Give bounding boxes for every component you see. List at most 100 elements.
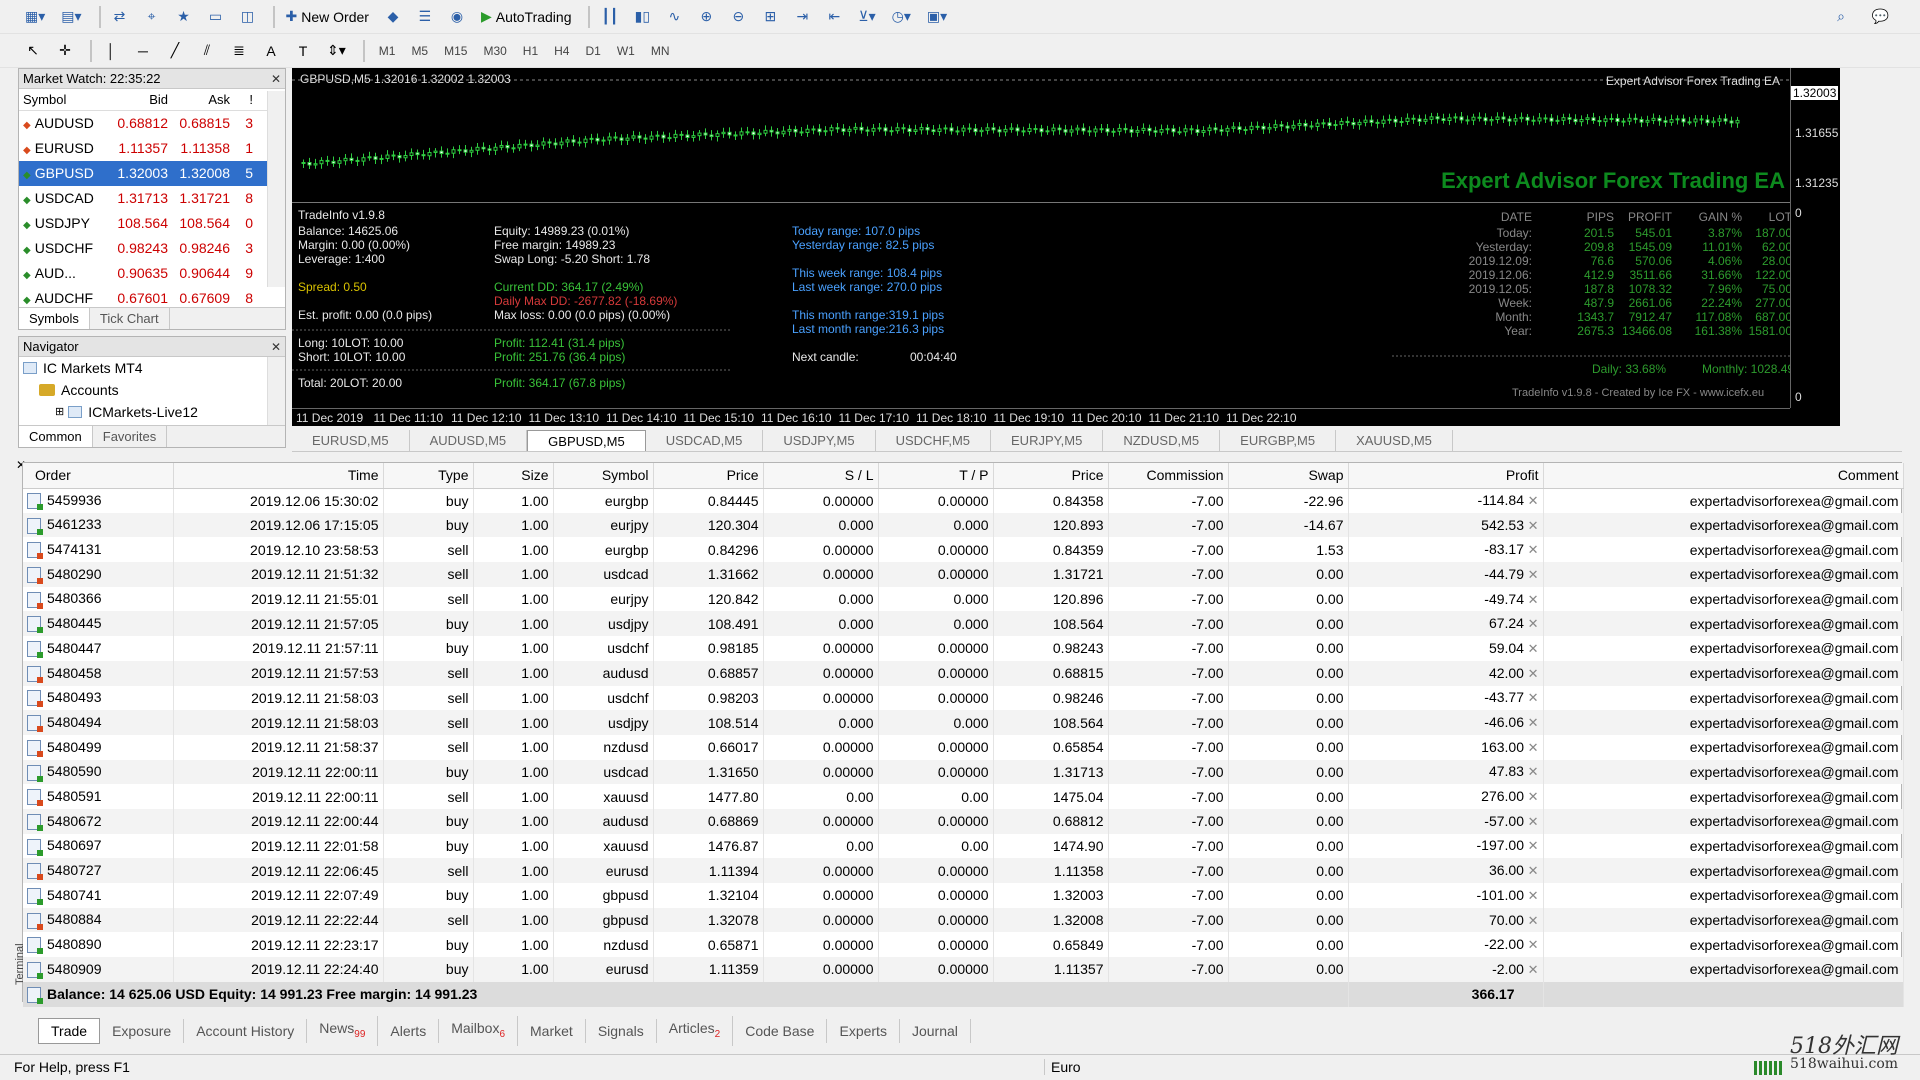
order-row[interactable]: 5480458 2019.12.11 21:57:53 sell 1.00 audusd…: [23, 660, 1904, 686]
order-row[interactable]: 5480290 2019.12.11 21:51:32 sell 1.00 usdcad…: [23, 562, 1904, 587]
terminal-tab-experts[interactable]: Experts: [827, 1019, 900, 1043]
close-order-icon[interactable]: ✕: [1524, 962, 1539, 977]
crosshair-toggle-icon[interactable]: ⌖: [139, 4, 165, 30]
market-watch-row[interactable]: ◆ USDCHF 0.98243 0.98246 3: [19, 236, 285, 261]
cursor-icon[interactable]: ↖: [20, 38, 46, 64]
nav-item-account[interactable]: ⊞ ICMarkets-Live12: [19, 401, 285, 423]
metaeditor-icon[interactable]: ◆: [380, 4, 406, 30]
orders-column-header[interactable]: Price: [993, 463, 1109, 489]
text-tool-icon[interactable]: A: [258, 38, 284, 64]
market-watch-row[interactable]: ◆ USDCAD 1.31713 1.31721 8: [19, 186, 285, 211]
orders-column-header[interactable]: T / P: [878, 463, 994, 489]
terminal-tab-news[interactable]: News99: [307, 1015, 379, 1047]
timeframe-m5[interactable]: M5: [411, 44, 428, 58]
tab-common[interactable]: Common: [19, 426, 93, 447]
order-row[interactable]: 5480445 2019.12.11 21:57:05 buy 1.00 usdjpy 1…: [23, 611, 1904, 637]
chart-shift-icon[interactable]: ⇥: [789, 4, 815, 30]
terminal-tab-mailbox[interactable]: Mailbox6: [439, 1015, 519, 1047]
order-row[interactable]: 5461233 2019.12.06 17:15:05 buy 1.00 eurjpy 1…: [23, 512, 1904, 538]
orders-column-header[interactable]: Comment: [1543, 463, 1904, 489]
chart-window[interactable]: GBPUSD,M5 1.32016 1.32002 1.32003 Expert…: [292, 68, 1840, 426]
chart-tab[interactable]: AUDUSD,M5: [410, 430, 528, 451]
orders-column-header[interactable]: Time: [173, 463, 384, 489]
autoscroll-icon[interactable]: ⇤: [821, 4, 847, 30]
terminal-tab-trade[interactable]: Trade: [38, 1018, 101, 1044]
new-order-button[interactable]: ✚ New Order: [281, 4, 374, 30]
market-watch-icon[interactable]: ⇄: [107, 4, 133, 30]
timeframe-d1[interactable]: D1: [585, 44, 600, 58]
line-chart-icon[interactable]: ∿: [661, 4, 687, 30]
col-spread[interactable]: !: [233, 89, 257, 110]
order-row[interactable]: 5459936 2019.12.06 15:30:02 buy 1.00 eurgbp 0…: [23, 488, 1904, 513]
chat-icon[interactable]: 💬: [1867, 4, 1894, 30]
timeframe-h1[interactable]: H1: [523, 44, 538, 58]
terminal-tab-alerts[interactable]: Alerts: [378, 1019, 440, 1043]
terminal-tab-code-base[interactable]: Code Base: [733, 1019, 828, 1043]
order-row[interactable]: 5480672 2019.12.11 22:00:44 buy 1.00 audusd 0…: [23, 808, 1904, 834]
close-order-icon[interactable]: ✕: [1524, 567, 1539, 582]
order-row[interactable]: 5480447 2019.12.11 21:57:11 buy 1.00 usdchf 0…: [23, 636, 1904, 661]
terminal-tab-journal[interactable]: Journal: [900, 1019, 971, 1043]
order-row[interactable]: 5480741 2019.12.11 22:07:49 buy 1.00 gbpusd 1…: [23, 883, 1904, 908]
close-order-icon[interactable]: ✕: [1524, 715, 1539, 730]
close-order-icon[interactable]: ✕: [1524, 913, 1539, 928]
indicators-icon[interactable]: ⊻▾: [853, 4, 880, 30]
chart-tab[interactable]: GBPUSD,M5: [527, 430, 646, 451]
timeframe-m15[interactable]: M15: [444, 44, 467, 58]
market-watch-row[interactable]: ◆ AUDUSD 0.68812 0.68815 3: [19, 111, 285, 136]
search-icon[interactable]: ⌕: [1828, 4, 1854, 30]
navigator-scrollbar[interactable]: [267, 357, 285, 425]
close-order-icon[interactable]: ✕: [1524, 838, 1539, 853]
orders-column-header[interactable]: Commission: [1108, 463, 1229, 489]
order-row[interactable]: 5480493 2019.12.11 21:58:03 sell 1.00 usdchf…: [23, 685, 1904, 711]
order-row[interactable]: 5480727 2019.12.11 22:06:45 sell 1.00 eurusd…: [23, 858, 1904, 883]
order-row[interactable]: 5480909 2019.12.11 22:24:40 buy 1.00 eurusd 1…: [23, 957, 1904, 982]
bar-chart-icon[interactable]: ┃┃: [596, 4, 623, 30]
order-row[interactable]: 5480591 2019.12.11 22:00:11 sell 1.00 xauusd…: [23, 784, 1904, 809]
tab-tick-chart[interactable]: Tick Chart: [90, 308, 170, 329]
templates-icon[interactable]: ▣▾: [922, 4, 952, 30]
timeframe-m1[interactable]: M1: [379, 44, 396, 58]
zoom-in-icon[interactable]: ⊕: [693, 4, 719, 30]
close-order-icon[interactable]: ✕: [1524, 690, 1539, 705]
timeframe-h4[interactable]: H4: [554, 44, 569, 58]
orders-column-header[interactable]: S / L: [763, 463, 879, 489]
horizontal-line-icon[interactable]: ─: [130, 38, 156, 64]
col-bid[interactable]: Bid: [109, 89, 171, 110]
vertical-line-icon[interactable]: │: [98, 38, 124, 64]
periods-icon[interactable]: ◷▾: [887, 4, 916, 30]
crosshair-icon[interactable]: ✛: [52, 38, 78, 64]
chart-tab[interactable]: NZDUSD,M5: [1103, 430, 1221, 451]
close-order-icon[interactable]: ✕: [1524, 814, 1539, 829]
terminal-tab-account-history[interactable]: Account History: [184, 1019, 308, 1043]
tile-windows-icon[interactable]: ⊞: [757, 4, 783, 30]
close-order-icon[interactable]: ✕: [1524, 740, 1539, 755]
market-watch-scrollbar[interactable]: [267, 91, 285, 287]
chart-tab[interactable]: USDJPY,M5: [763, 430, 876, 451]
terminal-tab-market[interactable]: Market: [518, 1019, 586, 1043]
trendline-icon[interactable]: ╱: [162, 38, 188, 64]
fibonacci-icon[interactable]: ≣: [226, 38, 252, 64]
orders-column-header[interactable]: Profit: [1348, 463, 1544, 489]
close-order-icon[interactable]: ✕: [1524, 888, 1539, 903]
tab-symbols[interactable]: Symbols: [19, 308, 90, 329]
timeframe-w1[interactable]: W1: [617, 44, 635, 58]
close-order-icon[interactable]: ✕: [1524, 764, 1539, 779]
timeframe-m30[interactable]: M30: [483, 44, 506, 58]
close-order-icon[interactable]: ✕: [1524, 616, 1539, 631]
chart-tab[interactable]: USDCHF,M5: [876, 430, 992, 451]
close-order-icon[interactable]: ✕: [1524, 789, 1539, 804]
orders-column-header[interactable]: Type: [383, 463, 474, 489]
order-row[interactable]: 5480590 2019.12.11 22:00:11 buy 1.00 usdcad 1…: [23, 759, 1904, 785]
order-row[interactable]: 5480366 2019.12.11 21:55:01 sell 1.00 eurjpy…: [23, 586, 1904, 612]
order-row[interactable]: 5480499 2019.12.11 21:58:37 sell 1.00 nzdusd…: [23, 734, 1904, 760]
market-watch-row[interactable]: ◆ GBPUSD 1.32003 1.32008 5: [19, 161, 285, 186]
close-order-icon[interactable]: ✕: [1524, 493, 1539, 508]
market-watch-row[interactable]: ◆ USDJPY 108.564 108.564 0: [19, 211, 285, 236]
channel-icon[interactable]: ⫽: [194, 38, 220, 64]
candlestick-icon[interactable]: ▮▯: [629, 4, 655, 30]
expand-icon[interactable]: ⊞: [55, 401, 64, 423]
nav-item-accounts[interactable]: Accounts: [19, 379, 285, 401]
zoom-out-icon[interactable]: ⊖: [725, 4, 751, 30]
orders-column-header[interactable]: Order: [23, 463, 174, 489]
